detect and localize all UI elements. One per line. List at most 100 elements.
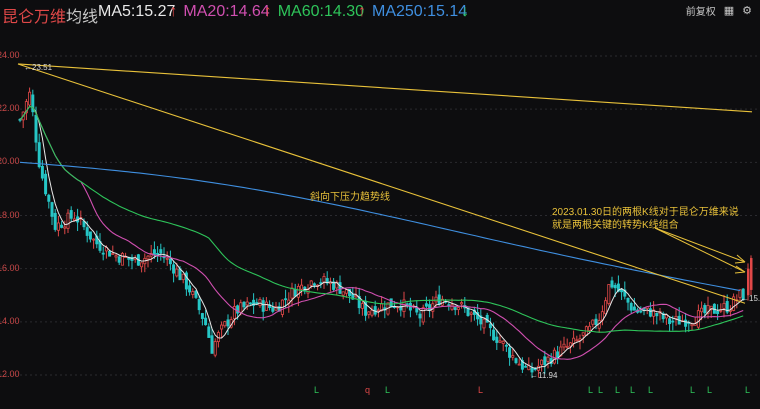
candle-body bbox=[37, 142, 41, 168]
event-marker[interactable]: L bbox=[690, 385, 695, 395]
candle-body bbox=[700, 307, 704, 313]
y-tick-label: 20.00 bbox=[0, 156, 20, 167]
candle-body bbox=[556, 351, 560, 358]
high-price-label: ←23.51 bbox=[24, 63, 53, 72]
event-marker[interactable]: L bbox=[630, 385, 635, 395]
candle-body bbox=[309, 280, 313, 286]
candle-body bbox=[210, 335, 214, 354]
candle-body bbox=[284, 298, 288, 301]
ma5-line bbox=[19, 105, 744, 369]
candle-body bbox=[264, 301, 268, 311]
candle-body bbox=[488, 323, 492, 329]
low-price-label: ←11.94 bbox=[530, 371, 558, 380]
candle-body bbox=[684, 319, 688, 327]
candle-body bbox=[223, 321, 227, 327]
candle-body bbox=[60, 224, 64, 228]
candle-body bbox=[581, 332, 585, 336]
candle-body bbox=[498, 340, 502, 343]
candle-body bbox=[204, 317, 208, 326]
key-candle-body bbox=[750, 258, 753, 290]
candle-body bbox=[591, 319, 595, 325]
event-marker[interactable]: L bbox=[648, 385, 653, 395]
candle-body bbox=[367, 311, 371, 315]
candle-body bbox=[540, 359, 544, 366]
event-marker[interactable]: L bbox=[615, 385, 620, 395]
candle-body bbox=[674, 315, 678, 320]
candle-body bbox=[92, 238, 96, 241]
candle-body bbox=[495, 336, 499, 343]
annotation-arrow bbox=[654, 227, 746, 263]
candle-body bbox=[648, 308, 652, 317]
candle-body bbox=[482, 318, 486, 329]
candle-body bbox=[172, 264, 176, 274]
candle-body bbox=[626, 297, 630, 303]
candle-body bbox=[434, 296, 438, 303]
candle-body bbox=[165, 257, 169, 260]
candle-body bbox=[156, 253, 160, 255]
candle-body bbox=[344, 289, 348, 294]
candle-body bbox=[565, 345, 569, 348]
trendline-pressure bbox=[17, 63, 746, 304]
ma20-value: MA20:14.64 bbox=[183, 3, 270, 20]
candle-body bbox=[629, 303, 633, 311]
candle-body bbox=[524, 365, 528, 368]
settings-icon[interactable]: ⚙ bbox=[742, 4, 752, 17]
candle-body bbox=[460, 302, 464, 305]
kline-chart[interactable]: 昆仑万维 均线 MA5:15.27 ↑ MA20:14.64 ↑ MA60:14.3… bbox=[0, 0, 760, 409]
ma250-value: MA250:15.14 bbox=[371, 3, 468, 20]
candle-body bbox=[546, 356, 550, 362]
ma60-value: MA60:14.30 bbox=[277, 3, 364, 20]
candle-body bbox=[114, 255, 118, 258]
candle-body bbox=[56, 222, 60, 231]
candle-body bbox=[191, 291, 195, 295]
candle-body bbox=[312, 283, 316, 286]
candle-body bbox=[370, 309, 374, 316]
event-marker[interactable]: L bbox=[478, 385, 483, 395]
candle-body bbox=[220, 324, 224, 330]
candle-body bbox=[63, 226, 67, 229]
candle-body bbox=[511, 355, 515, 358]
candle-body bbox=[671, 320, 675, 323]
candle-body bbox=[418, 313, 422, 319]
candle-body bbox=[716, 310, 720, 314]
candle-body bbox=[40, 165, 44, 179]
event-marker[interactable]: q bbox=[365, 385, 370, 395]
candle-body bbox=[85, 227, 89, 236]
candle-body bbox=[575, 339, 579, 342]
candle-body bbox=[501, 340, 505, 344]
event-marker[interactable]: L bbox=[598, 385, 603, 395]
candle-body bbox=[175, 268, 179, 277]
trendline-label: 斜向下压力趋势线 bbox=[310, 192, 390, 203]
last-price-label: ←15.0 bbox=[741, 294, 760, 303]
y-tick-label: 18.00 bbox=[0, 209, 20, 220]
candle-body bbox=[722, 302, 726, 309]
candle-body bbox=[120, 253, 124, 266]
candle-body bbox=[242, 301, 246, 308]
candle-body bbox=[194, 290, 198, 298]
candle-body bbox=[319, 282, 323, 285]
candle-body bbox=[517, 363, 521, 366]
event-marker[interactable]: L bbox=[745, 385, 750, 395]
candle-body bbox=[620, 289, 624, 293]
event-marker[interactable]: L bbox=[385, 385, 390, 395]
candle-body bbox=[248, 302, 252, 305]
adjust-select[interactable]: 前复权 bbox=[686, 3, 716, 18]
candle-body bbox=[159, 249, 163, 254]
candle-body bbox=[690, 323, 694, 327]
candle-body bbox=[44, 173, 48, 195]
ma-legend: 昆仑万维 均线 MA5:15.27 ↑ MA20:14.64 ↑ MA60:14.3… bbox=[0, 3, 469, 27]
event-marker[interactable]: L bbox=[314, 385, 319, 395]
candle-body bbox=[543, 356, 547, 366]
stock-name[interactable]: 昆仑万维 bbox=[2, 3, 66, 27]
event-marker[interactable]: L bbox=[707, 385, 712, 395]
key-candle-body bbox=[747, 268, 750, 296]
y-tick-label: 24.00 bbox=[0, 50, 20, 60]
layout-icon[interactable]: ▦ bbox=[724, 4, 734, 17]
candle-body bbox=[101, 252, 105, 255]
candle-body bbox=[200, 313, 204, 319]
event-marker[interactable]: L bbox=[588, 385, 593, 395]
candle-body bbox=[213, 341, 217, 356]
candle-body bbox=[360, 303, 364, 309]
ma5-arrow-icon: ↑ bbox=[169, 3, 178, 20]
candle-body bbox=[261, 300, 265, 312]
